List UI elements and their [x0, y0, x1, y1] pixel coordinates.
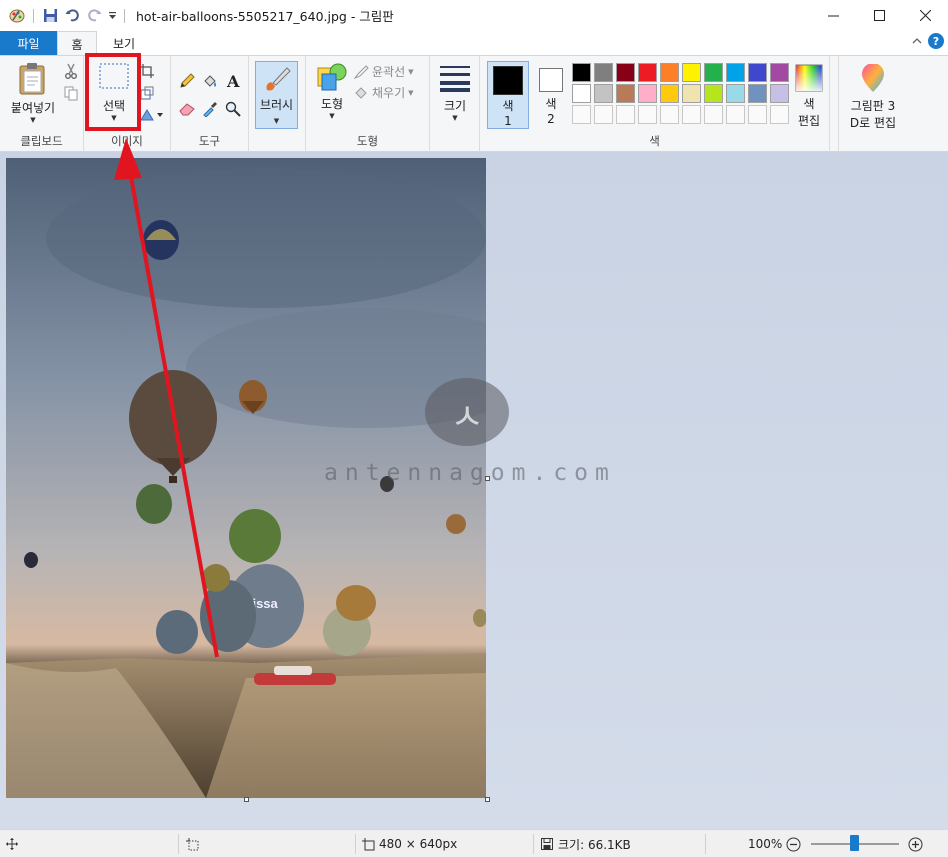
file-size-text: 크기: 66.1KB — [558, 837, 631, 852]
image-dimensions: 480 × 640px — [362, 830, 457, 857]
dimensions-text: 480 × 640px — [379, 837, 458, 851]
zoom-in-icon — [908, 837, 923, 851]
zoom-slider[interactable] — [811, 830, 899, 857]
file-size: 크기: 66.1KB — [541, 830, 631, 857]
status-separator — [705, 834, 706, 854]
status-separator — [178, 834, 179, 854]
annotation-arrow-line — [126, 159, 219, 658]
selection-size-icon — [186, 830, 199, 857]
highlight-box — [85, 53, 141, 131]
zoom-out-button[interactable] — [786, 830, 801, 857]
dimensions-icon — [362, 837, 375, 850]
cursor-position-icon — [6, 830, 18, 857]
zoom-out-icon — [786, 837, 801, 851]
status-bar: 480 × 640px 크기: 66.1KB 100% — [0, 829, 948, 857]
zoom-slider-thumb[interactable] — [850, 835, 859, 851]
disk-icon — [541, 838, 553, 850]
status-separator — [533, 834, 534, 854]
annotation-arrow-head — [114, 138, 142, 180]
zoom-level: 100% — [748, 837, 783, 851]
annotation-overlay — [85, 53, 219, 658]
status-separator — [355, 834, 356, 854]
zoom-in-button[interactable] — [908, 830, 923, 857]
